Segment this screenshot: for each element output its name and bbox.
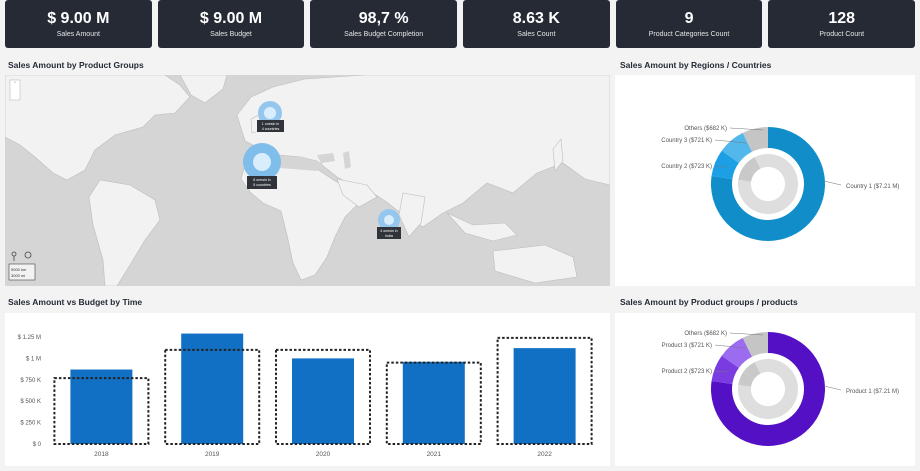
map-bubble-india[interactable]: 4 onesin in India bbox=[377, 209, 401, 239]
bubble-label: 1 onesin in bbox=[262, 122, 279, 126]
zoom-mark: ' bbox=[14, 82, 15, 88]
kpi-label: Product Count bbox=[819, 31, 865, 38]
kpi-value: 128 bbox=[828, 10, 856, 27]
donut-label: Country 1 ($7.21 M) bbox=[846, 184, 899, 190]
landmass bbox=[5, 75, 610, 286]
x-tick-label: 2019 bbox=[205, 451, 220, 458]
north-america bbox=[5, 75, 191, 181]
sales-bar[interactable] bbox=[292, 358, 354, 444]
kpi-label: Sales Budget Completion bbox=[344, 31, 424, 38]
locate-pin-icon bbox=[11, 251, 17, 257]
kpi-value: $ 9.00 M bbox=[47, 10, 110, 27]
x-tick-label: 2021 bbox=[427, 451, 442, 458]
kpi-label: Product Categories Count bbox=[648, 31, 730, 38]
donut-label: Country 3 ($721 K) bbox=[661, 138, 712, 144]
sales-bar[interactable] bbox=[513, 348, 576, 444]
y-tick-label: $ 750 K bbox=[20, 378, 41, 384]
y-tick-label: $ 1 M bbox=[26, 356, 41, 362]
budget-title: Sales Amount vs Budget by Time bbox=[8, 297, 143, 307]
kpi-product-categories-count[interactable]: 9 Product Categories Count bbox=[615, 0, 763, 48]
reset-view-icon bbox=[24, 251, 32, 259]
products-card[interactable]: Product 1 ($7.21 M) Product 2 ($723 K) Pro… bbox=[615, 313, 915, 466]
map-title: Sales Amount by Product Groups bbox=[8, 60, 144, 70]
budget-bar-chart[interactable]: $ 0 $ 250 K $ 500 K $ 750 K $ 1 M $ 1.25 M 201… bbox=[5, 313, 610, 466]
y-tick-label: $ 250 K bbox=[20, 421, 41, 427]
kpi-label: Sales Count bbox=[517, 31, 556, 38]
x-tick-label: 2022 bbox=[537, 451, 552, 458]
bubble-core bbox=[384, 215, 394, 225]
map-visual[interactable]: 1 onesin in 4 countries 8 onesin in 5 co… bbox=[5, 75, 610, 286]
donut-hole bbox=[751, 372, 785, 406]
bubble-core bbox=[264, 107, 276, 119]
bubble-label: India bbox=[385, 234, 393, 238]
map-bubble-mediterranean[interactable]: 8 onesin in 5 countries bbox=[243, 143, 281, 189]
australia bbox=[492, 244, 578, 284]
donut-leader-line bbox=[823, 180, 842, 186]
regions-card[interactable]: Country 1 ($7.21 M) Country 2 ($723 K) Cou… bbox=[615, 75, 915, 286]
bubble-label: 4 countries bbox=[262, 127, 280, 131]
donut-label: Others ($682 K) bbox=[684, 126, 727, 132]
kpi-sales-budget[interactable]: $ 9.00 M Sales Budget bbox=[157, 0, 305, 48]
x-tick-label: 2020 bbox=[316, 451, 331, 458]
kpi-budget-completion[interactable]: 98,7 % Sales Budget Completion bbox=[310, 0, 458, 48]
sales-bar[interactable] bbox=[402, 361, 465, 444]
budget-card[interactable]: $ 0 $ 250 K $ 500 K $ 750 K $ 1 M $ 1.25 M 201… bbox=[5, 313, 610, 466]
donut-label: Product 3 ($721 K) bbox=[662, 343, 712, 349]
bubble-label: 8 onesin in bbox=[253, 178, 270, 182]
map-zoom-control[interactable]: ' bbox=[9, 79, 21, 101]
kpi-value: $ 9.00 M bbox=[199, 10, 263, 27]
kpi-value: 9 bbox=[684, 10, 694, 27]
donut-hole bbox=[751, 167, 785, 201]
kpi-product-count[interactable]: 128 Product Count bbox=[768, 0, 916, 48]
regions-title: Sales Amount by Regions / Countries bbox=[620, 60, 772, 70]
y-tick-label: $ 1.25 M bbox=[18, 335, 41, 341]
southeast-asia bbox=[446, 212, 518, 242]
kpi-sales-amount[interactable]: $ 9.00 M Sales Amount bbox=[5, 0, 152, 48]
map-locate-icon[interactable] bbox=[11, 251, 17, 261]
donut-leader-line bbox=[823, 385, 842, 391]
products-title: Sales Amount by Product groups / product… bbox=[620, 297, 798, 307]
x-tick-label: 2018 bbox=[94, 451, 109, 458]
bubble-core bbox=[253, 153, 271, 171]
kpi-value: 98,7 % bbox=[358, 10, 409, 27]
kpi-row: $ 9.00 M Sales Amount $ 9.00 M Sales Budge… bbox=[5, 0, 916, 48]
kpi-value: 8.63 K bbox=[512, 10, 560, 27]
bubble-label: 5 countries bbox=[253, 183, 271, 187]
products-donut-chart[interactable]: Product 1 ($7.21 M) Product 2 ($723 K) Pro… bbox=[615, 313, 915, 466]
donut-label: Product 2 ($723 K) bbox=[662, 369, 712, 375]
india bbox=[398, 192, 426, 238]
kpi-label: Sales Amount bbox=[56, 31, 100, 38]
kpi-label: Sales Budget bbox=[210, 31, 252, 38]
y-tick-label: $ 0 bbox=[33, 442, 42, 448]
map-scale-bar: 5000 km 3000 mi bbox=[8, 263, 36, 281]
map-canvas[interactable]: 1 onesin in 4 countries 8 onesin in 5 co… bbox=[5, 75, 610, 286]
map-reset-icon[interactable] bbox=[24, 251, 32, 259]
donut-label: Others ($682 K) bbox=[684, 331, 727, 337]
regions-donut-chart[interactable]: Country 1 ($7.21 M) Country 2 ($723 K) Cou… bbox=[615, 75, 915, 286]
kpi-sales-count[interactable]: 8.63 K Sales Count bbox=[463, 0, 610, 48]
south-america bbox=[88, 179, 161, 286]
y-tick-label: $ 500 K bbox=[20, 399, 41, 405]
scale-mi: 3000 mi bbox=[11, 273, 25, 278]
sales-bar[interactable] bbox=[70, 369, 133, 444]
donut-label: Product 1 ($7.21 M) bbox=[846, 389, 899, 395]
donut-label: Country 2 ($723 K) bbox=[661, 164, 712, 170]
scale-km: 5000 km bbox=[11, 267, 27, 272]
bubble-label: 4 onesin in bbox=[380, 229, 397, 233]
